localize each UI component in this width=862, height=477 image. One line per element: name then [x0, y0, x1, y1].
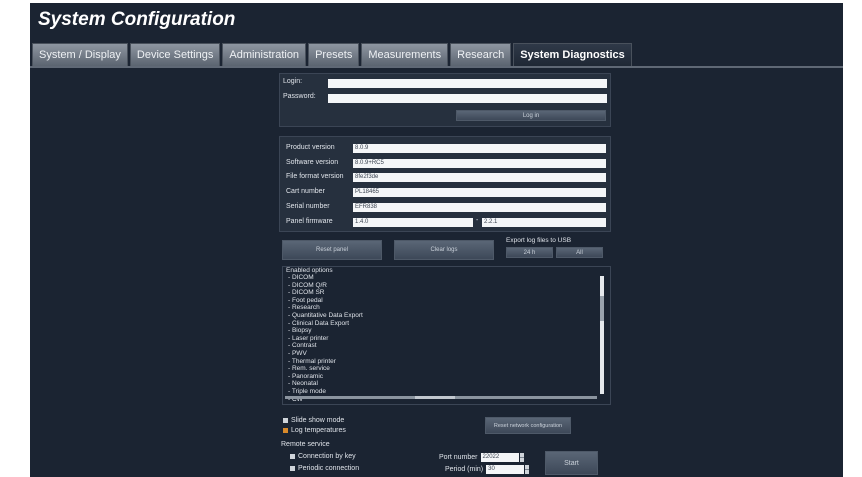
period-spinner[interactable]	[525, 465, 530, 474]
app-title: System Configuration	[38, 9, 236, 30]
tab-administration[interactable]: Administration	[222, 43, 307, 66]
list-item: - Foot pedal	[288, 296, 323, 304]
login-panel: Login: Password: Log in	[279, 73, 611, 127]
list-item: - PWV	[288, 349, 307, 357]
tab-system-diagnostics[interactable]: System Diagnostics	[513, 43, 632, 66]
export-logs-title: Export log files to USB	[506, 237, 572, 244]
list-item: - Neonatal	[288, 380, 318, 388]
tab-device-settings[interactable]: Device Settings	[129, 43, 221, 66]
export-all-button[interactable]: All	[556, 247, 603, 258]
tab-research[interactable]: Research	[450, 43, 512, 66]
password-label: Password:	[283, 93, 316, 100]
slide-show-checkbox[interactable]	[283, 418, 288, 423]
tab-divider	[30, 66, 843, 68]
system-configuration-window: System Configuration System / Display De…	[30, 3, 843, 477]
system-info-panel: Product version 8.0.9 Software version 8…	[279, 136, 611, 232]
port-number-spinner[interactable]	[519, 453, 524, 462]
panel-firmware-2-field: 2.2.1	[482, 218, 606, 227]
export-24h-button[interactable]: 24 h	[506, 247, 553, 258]
port-number-label: Port number	[439, 454, 478, 461]
period-label: Period (min)	[445, 466, 484, 473]
start-button[interactable]: Start	[545, 451, 598, 475]
enabled-options-list[interactable]: Enabled options - DICOM - DICOM Q/R - DI…	[282, 266, 611, 405]
cart-number-field: PL18465	[353, 188, 606, 197]
file-format-version-field: 8fe2f3de	[353, 173, 606, 182]
password-input[interactable]	[328, 94, 607, 103]
panel-firmware-label: Panel firmware	[286, 218, 333, 225]
list-item: - Triple mode	[288, 387, 326, 395]
list-item: - DICOM	[288, 274, 314, 281]
software-version-label: Software version	[286, 159, 339, 166]
log-in-button[interactable]: Log in	[456, 110, 606, 121]
serial-number-field: EFR838	[353, 203, 606, 212]
list-item: - Rem. service	[288, 365, 330, 373]
cart-number-label: Cart number	[286, 188, 325, 195]
firmware-separator: -	[476, 217, 479, 224]
reset-panel-button[interactable]: Reset panel	[282, 240, 382, 260]
software-version-field: 8.0.9+RC5	[353, 159, 606, 168]
slide-show-label: Slide show mode	[291, 417, 345, 424]
product-version-field: 8.0.9	[353, 144, 606, 153]
product-version-label: Product version	[286, 144, 335, 151]
connection-by-key-label: Connection by key	[298, 453, 356, 460]
log-temperatures-checkbox[interactable]	[283, 428, 288, 433]
export-logs-group: Export log files to USB 24 h All	[504, 237, 609, 261]
enabled-options-title: Enabled options	[286, 267, 333, 274]
clear-logs-button[interactable]: Clear logs	[394, 240, 494, 260]
scrollbar-thumb[interactable]	[415, 396, 455, 399]
serial-number-label: Serial number	[286, 203, 330, 210]
tab-bar: System / Display Device Settings Adminis…	[32, 43, 634, 67]
list-item: - Laser printer	[288, 334, 329, 342]
list-item: - Thermal printer	[288, 357, 336, 365]
tab-measurements[interactable]: Measurements	[361, 43, 449, 66]
list-item: - DICOM Q/R	[288, 281, 327, 289]
file-format-version-label: File format version	[286, 173, 344, 180]
log-temperatures-label: Log temperatures	[291, 427, 346, 434]
remote-service-title: Remote service	[281, 441, 330, 448]
list-item: - DICOM SR	[288, 289, 325, 297]
list-item: - Clinical Data Export	[288, 319, 350, 327]
list-item: - Biopsy	[288, 327, 312, 335]
login-input[interactable]	[328, 79, 607, 88]
horizontal-scrollbar[interactable]	[285, 396, 597, 399]
periodic-connection-checkbox[interactable]	[290, 466, 295, 471]
periodic-connection-label: Periodic connection	[298, 465, 360, 472]
panel-firmware-field: 1.4.0	[353, 218, 473, 227]
list-item: - Contrast	[288, 342, 317, 350]
reset-network-button[interactable]: Reset network configuration	[485, 417, 571, 434]
list-item: - Quantitative Data Export	[288, 311, 363, 319]
connection-by-key-checkbox[interactable]	[290, 454, 295, 459]
vertical-scrollbar[interactable]	[600, 276, 604, 394]
list-item: - Panoramic	[288, 372, 324, 380]
tab-system-display[interactable]: System / Display	[32, 43, 128, 66]
scrollbar-thumb[interactable]	[600, 296, 604, 321]
list-item: - Research	[288, 304, 320, 312]
tab-presets[interactable]: Presets	[308, 43, 360, 66]
login-label: Login:	[283, 78, 303, 85]
port-number-input[interactable]: 22022	[480, 453, 519, 462]
period-input[interactable]: 30	[486, 465, 525, 474]
